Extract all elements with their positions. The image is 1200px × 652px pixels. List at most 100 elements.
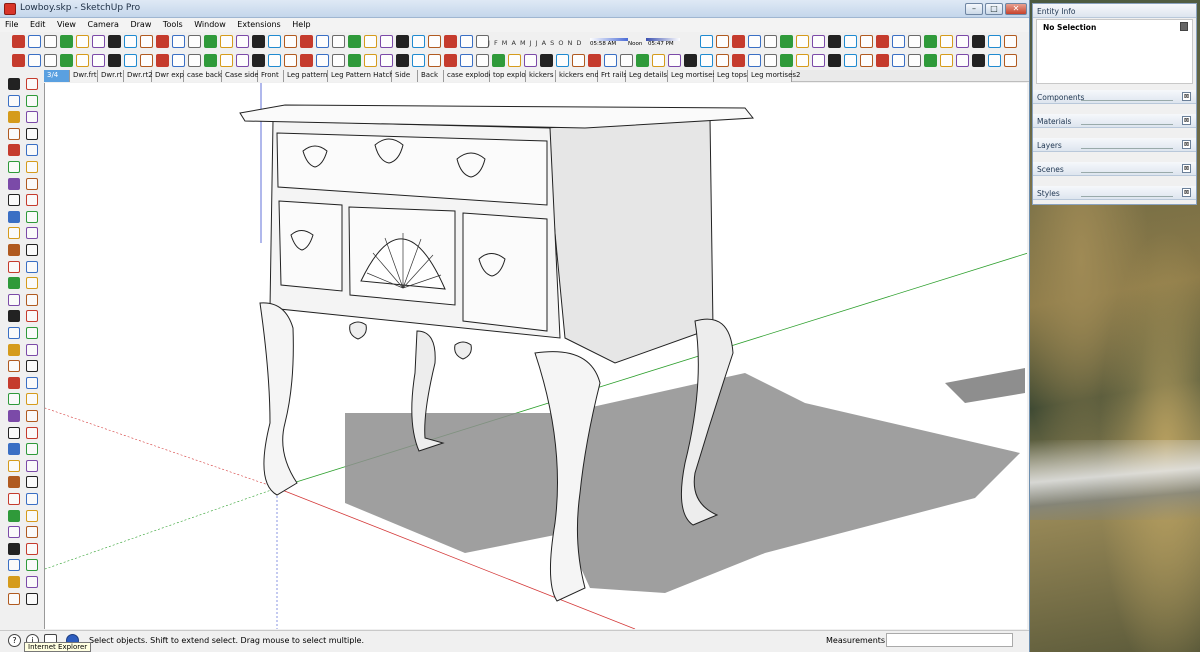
paint-bucket-icon[interactable] (796, 35, 809, 48)
zoom-icon[interactable] (300, 35, 313, 48)
zoom-icon[interactable] (684, 54, 697, 67)
arc-icon[interactable] (8, 509, 20, 522)
rotate-icon[interactable] (26, 343, 38, 356)
zoom-icon[interactable] (300, 54, 313, 67)
offset-icon[interactable] (188, 54, 201, 67)
scale-icon[interactable] (172, 54, 185, 67)
dimension-icon[interactable] (26, 177, 38, 190)
menu-file[interactable]: File (0, 18, 22, 29)
scene-tab[interactable]: Leg details (626, 70, 668, 82)
circle-icon[interactable] (8, 127, 20, 140)
scene-tab[interactable]: Dwr.frt (70, 70, 98, 82)
move-icon[interactable] (908, 35, 921, 48)
warehouse-icon[interactable] (26, 260, 38, 273)
look-around-icon[interactable] (732, 54, 745, 67)
paint-bucket-icon[interactable] (412, 54, 425, 67)
tray-panel-scenes[interactable]: Scenes ⊠ (1033, 162, 1196, 176)
menu-tools[interactable]: Tools (158, 18, 187, 29)
scale-icon[interactable] (556, 54, 569, 67)
scene-tab[interactable]: kickers end (556, 70, 599, 82)
line-icon[interactable] (60, 35, 73, 48)
zoom-icon[interactable] (8, 426, 20, 439)
rectangle-icon[interactable] (860, 35, 873, 48)
section-plane-icon[interactable] (748, 54, 761, 67)
circle-icon[interactable] (8, 327, 20, 339)
zoom-extents-icon[interactable] (316, 54, 329, 67)
scene-tab[interactable]: top explo (490, 70, 526, 82)
rectangle-icon[interactable] (860, 54, 873, 67)
select-icon[interactable] (12, 35, 25, 48)
move-icon[interactable] (524, 54, 537, 67)
eraser-icon[interactable] (812, 35, 825, 48)
left-drawer[interactable] (278, 200, 343, 292)
panel-close-icon[interactable]: ⊠ (1182, 116, 1191, 125)
dimension-icon[interactable] (26, 576, 38, 588)
walk-icon[interactable] (332, 35, 345, 48)
front-left-leg[interactable] (259, 302, 298, 496)
select-icon[interactable] (8, 277, 20, 290)
scene-tab[interactable]: Dwr.rt (98, 70, 124, 82)
dimension-icon[interactable] (26, 376, 38, 389)
arc-icon[interactable] (460, 35, 473, 48)
circle-icon[interactable] (876, 54, 889, 67)
push-pull-icon[interactable] (892, 35, 905, 48)
scale-icon[interactable] (8, 360, 20, 373)
axes-icon[interactable] (636, 54, 649, 67)
menu-extensions[interactable]: Extensions (232, 18, 284, 29)
eraser-icon[interactable] (8, 94, 20, 107)
scene-tab[interactable]: Leg mortises (668, 70, 716, 82)
menu-edit[interactable]: Edit (25, 18, 50, 29)
tray-panel-layers[interactable]: Layers ⊠ (1033, 138, 1196, 152)
look-around-icon[interactable] (732, 35, 745, 48)
offset-icon[interactable] (26, 559, 38, 572)
axes-icon[interactable] (252, 54, 265, 67)
zoom-extents-icon[interactable] (700, 35, 713, 48)
line-icon[interactable] (60, 54, 73, 67)
eraser-icon[interactable] (428, 54, 441, 67)
push-pull-icon[interactable] (124, 54, 137, 67)
scene-tab[interactable]: Side (392, 70, 418, 82)
move-icon[interactable] (140, 54, 153, 67)
close-button[interactable]: ✕ (1005, 3, 1027, 15)
scene-tab[interactable]: kickers (526, 70, 556, 82)
walk-icon[interactable] (716, 35, 729, 48)
scale-icon[interactable] (172, 35, 185, 48)
panel-close-icon[interactable]: ⊠ (1182, 92, 1191, 101)
axes-icon[interactable] (26, 393, 38, 406)
section-plane-icon[interactable] (364, 54, 377, 67)
shadow-month-scale[interactable]: J F M A M J J A S O N D (488, 39, 582, 47)
orbit-icon[interactable] (8, 210, 20, 223)
line-icon[interactable] (26, 293, 38, 306)
tray-panel-styles[interactable]: Styles ⊠ (1033, 186, 1196, 200)
rectangle-icon[interactable] (476, 54, 489, 67)
orbit-icon[interactable] (8, 410, 20, 422)
text-icon[interactable] (1004, 54, 1017, 67)
scene-tab[interactable]: Dwr.rt2 (124, 70, 153, 82)
dimension-icon[interactable] (220, 54, 233, 67)
scene-tab[interactable]: Leg Pattern Hatch (328, 70, 394, 82)
zoom-extents-icon[interactable] (26, 426, 38, 439)
tape-measure-icon[interactable] (8, 376, 20, 389)
scale-icon[interactable] (8, 161, 20, 173)
circle-icon[interactable] (8, 526, 20, 539)
orbit-icon[interactable] (268, 54, 281, 67)
tape-measure-icon[interactable] (972, 35, 985, 48)
move-icon[interactable] (8, 542, 20, 555)
eraser-icon[interactable] (44, 54, 57, 67)
rectangle-icon[interactable] (92, 54, 105, 67)
eraser-icon[interactable] (8, 493, 20, 505)
arc-icon[interactable] (8, 310, 20, 323)
offset-icon[interactable] (26, 360, 38, 373)
push-pull-icon[interactable] (892, 54, 905, 67)
scene-tab[interactable]: Frt rails (598, 70, 627, 82)
select-icon[interactable] (780, 54, 793, 67)
scene-tab[interactable]: Case side (222, 70, 259, 82)
zoom-icon[interactable] (8, 227, 20, 240)
circle-icon[interactable] (108, 35, 121, 48)
zoom-extents-icon[interactable] (316, 35, 329, 48)
rotate-icon[interactable] (540, 54, 553, 67)
select-icon[interactable] (396, 35, 409, 48)
warehouse-icon[interactable] (764, 35, 777, 48)
move-icon[interactable] (8, 343, 20, 356)
panel-close-icon[interactable]: ⊠ (1182, 164, 1191, 173)
